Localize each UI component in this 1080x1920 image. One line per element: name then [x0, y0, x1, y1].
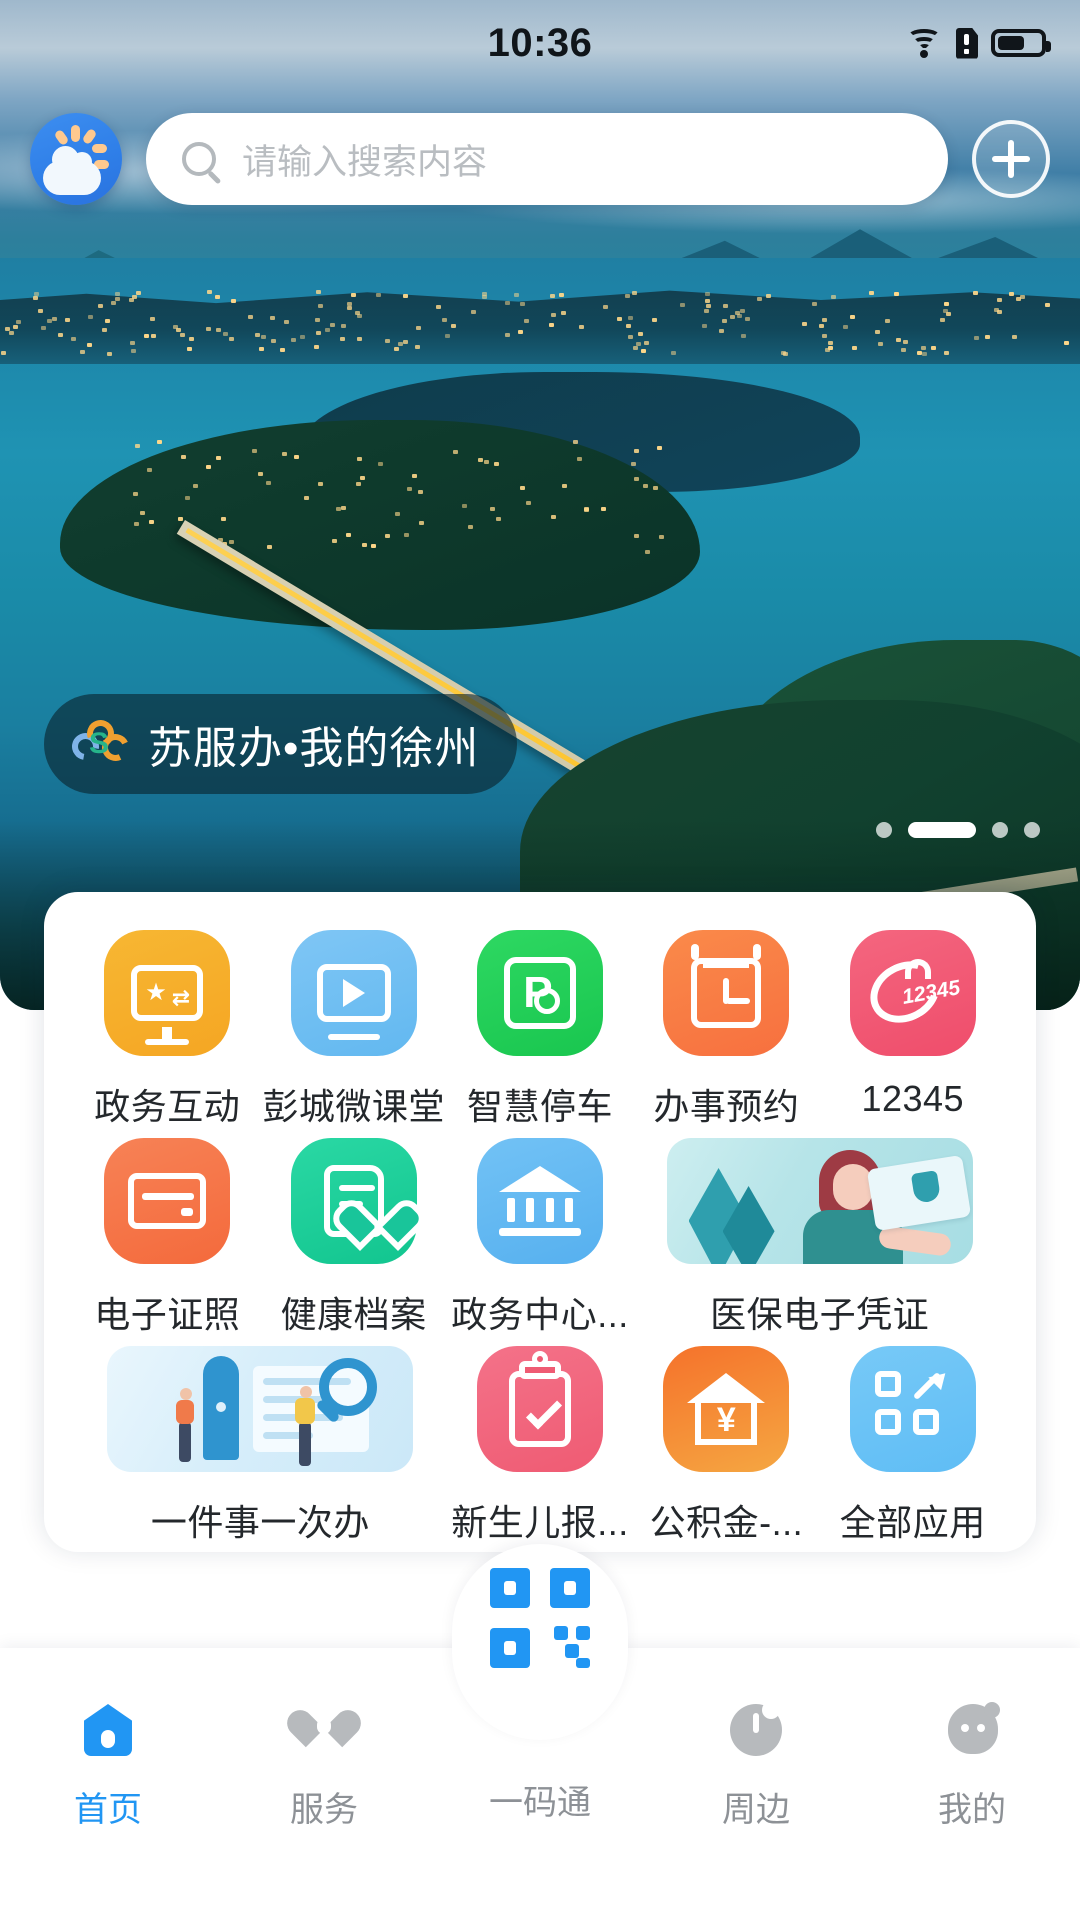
add-button[interactable]	[972, 120, 1050, 198]
heart-icon	[292, 1700, 356, 1764]
carousel-dot[interactable]	[908, 822, 976, 838]
app-label: 办事预约	[653, 1078, 799, 1130]
id-card-icon	[104, 1138, 230, 1264]
app-grid: ★ ⇄ 政务互动 彭城微课堂 P 智慧停车 办事预约 12345 12345 电子证照 健康档案 政务…	[74, 930, 1006, 1554]
app-shortcut[interactable]: 健康档案	[260, 1138, 446, 1338]
wifi-icon	[905, 28, 943, 58]
health-record-icon	[291, 1138, 417, 1264]
app-label: 彭城微课堂	[262, 1078, 445, 1130]
app-shortcut[interactable]: 新生儿报...	[447, 1346, 633, 1546]
newborn-clipboard-check-icon	[477, 1346, 603, 1472]
app-shortcut-card: ★ ⇄ 政务互动 彭城微课堂 P 智慧停车 办事预约 12345 12345 电子证照 健康档案 政务…	[44, 892, 1036, 1552]
government-hall-icon	[477, 1138, 603, 1264]
app-shortcut[interactable]: ¥ 公积金-...	[633, 1346, 819, 1546]
nav-item-compass[interactable]: 周边	[648, 1648, 864, 1831]
app-shortcut[interactable]: 一件事一次办	[74, 1346, 447, 1546]
app-label: 公积金-...	[650, 1494, 804, 1546]
nav-item-heart[interactable]: 服务	[216, 1648, 432, 1831]
hotline-12345-icon: 12345	[850, 930, 976, 1056]
app-label: 一件事一次办	[151, 1494, 370, 1546]
all-apps-grid-icon	[850, 1346, 976, 1472]
nav-item-qrcode[interactable]: 一码通	[452, 1544, 628, 1740]
app-shortcut[interactable]: 全部应用	[820, 1346, 1006, 1546]
su-fu-ban-logo-icon: S	[72, 719, 128, 769]
housing-fund-yuan-icon: ¥	[663, 1346, 789, 1472]
nav-label: 周边	[722, 1782, 790, 1831]
nav-item-home[interactable]: 首页	[0, 1648, 216, 1831]
app-label: 健康档案	[281, 1286, 427, 1338]
app-label: 医保电子凭证	[710, 1286, 929, 1338]
qrcode-icon	[490, 1568, 590, 1668]
battery-icon	[991, 29, 1046, 57]
status-bar: 10:36	[0, 0, 1080, 86]
app-label: 政务中心...	[451, 1286, 629, 1338]
status-indicators	[905, 28, 1046, 59]
monitor-star-exchange-icon: ★ ⇄	[104, 930, 230, 1056]
nav-label: 服务	[290, 1782, 358, 1831]
nav-label: 首页	[74, 1782, 142, 1831]
weather-icon[interactable]	[30, 113, 122, 205]
calendar-clock-icon	[663, 930, 789, 1056]
video-play-icon	[291, 930, 417, 1056]
app-label: 智慧停车	[467, 1078, 613, 1130]
carousel-dots[interactable]	[876, 822, 1040, 838]
search-input[interactable]: 请输入搜索内容	[146, 113, 948, 205]
nav-item-profile[interactable]: 我的	[864, 1648, 1080, 1831]
city-lights	[0, 290, 1080, 360]
profile-icon	[940, 1700, 1004, 1764]
search-placeholder: 请输入搜索内容	[242, 134, 487, 185]
app-label: 新生儿报...	[451, 1494, 629, 1546]
nav-label-qrcode: 一码通	[489, 1775, 591, 1824]
app-label: 12345	[861, 1078, 964, 1120]
medical-insurance-illustration	[667, 1138, 973, 1264]
carousel-dot[interactable]	[992, 822, 1008, 838]
app-shortcut[interactable]: 医保电子凭证	[633, 1138, 1006, 1338]
app-shortcut[interactable]: 政务中心...	[447, 1138, 633, 1338]
banner-badge[interactable]: S 苏服办•我的徐州	[44, 694, 517, 794]
banner-badge-label: 苏服办•我的徐州	[148, 712, 479, 776]
app-shortcut[interactable]: ★ ⇄ 政务互动	[74, 930, 260, 1130]
one-thing-one-time-illustration	[107, 1346, 413, 1472]
home-icon	[76, 1700, 140, 1764]
sim-alert-icon	[956, 28, 978, 59]
nav-label: 我的	[938, 1782, 1006, 1831]
app-shortcut[interactable]: 办事预约	[633, 930, 819, 1130]
search-icon	[182, 142, 216, 176]
carousel-dot[interactable]	[876, 822, 892, 838]
parking-p-icon: P	[477, 930, 603, 1056]
app-shortcut[interactable]: P 智慧停车	[447, 930, 633, 1130]
app-label: 电子证照	[94, 1286, 240, 1338]
compass-icon	[724, 1700, 788, 1764]
app-label: 政务互动	[94, 1078, 240, 1130]
app-shortcut[interactable]: 12345 12345	[820, 930, 1006, 1130]
app-shortcut[interactable]: 电子证照	[74, 1138, 260, 1338]
carousel-dot[interactable]	[1024, 822, 1040, 838]
app-label: 全部应用	[840, 1494, 986, 1546]
app-shortcut[interactable]: 彭城微课堂	[260, 930, 446, 1130]
header-search-row: 请输入搜索内容	[0, 104, 1080, 214]
